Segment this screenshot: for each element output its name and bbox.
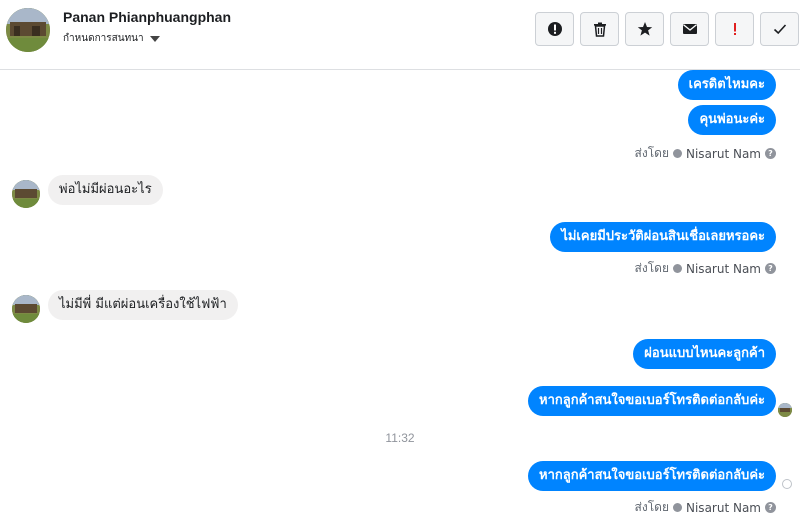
- report-icon: [547, 22, 562, 36]
- sent-by-label: ส่งโดย: [634, 261, 669, 275]
- message-bubble-outgoing[interactable]: ไม่เคยมีประวัติผ่อนสินเชื่อเลยหรอคะ: [550, 222, 776, 252]
- done-button[interactable]: [760, 12, 799, 46]
- contact-name[interactable]: Panan Phianphuangphan: [63, 9, 231, 25]
- delivered-check-icon: [782, 479, 792, 489]
- important-icon: [733, 23, 736, 35]
- sent-by-line: ส่งโดย Nisarut Nam ?: [635, 498, 776, 517]
- chevron-down-icon: [149, 35, 160, 42]
- message-bubble-incoming[interactable]: ไม่มีพี่ มีแต่ผ่อนเครื่องใช้ไฟฟ้า: [48, 290, 238, 320]
- message-bubble-outgoing[interactable]: หากลูกค้าสนใจขอเบอร์โทรติดต่อกลับค่ะ: [528, 386, 776, 416]
- check-icon: [773, 24, 786, 35]
- message-bubble-outgoing[interactable]: หากลูกค้าสนใจขอเบอร์โทรติดต่อกลับค่ะ: [528, 461, 776, 491]
- message-bubble-outgoing[interactable]: ผ่อนแบบไหนคะลูกค้า: [633, 339, 776, 369]
- help-icon[interactable]: ?: [765, 148, 776, 159]
- message-timestamp: 11:32: [385, 431, 415, 445]
- conversation-settings-dropdown[interactable]: กำหนดการสนทนา: [63, 31, 160, 46]
- star-button[interactable]: [625, 12, 664, 46]
- help-icon[interactable]: ?: [765, 502, 776, 513]
- conversation-header: Panan Phianphuangphan กำหนดการสนทนา: [0, 0, 800, 70]
- seen-avatar-icon: [778, 403, 792, 417]
- sender-status-icon: [673, 503, 682, 512]
- mark-unread-button[interactable]: [670, 12, 709, 46]
- sender-status-icon: [673, 264, 682, 273]
- report-button[interactable]: [535, 12, 574, 46]
- sent-by-line: ส่งโดย Nisarut Nam ?: [635, 259, 776, 278]
- sent-by-label: ส่งโดย: [634, 146, 669, 160]
- important-button[interactable]: [715, 12, 754, 46]
- star-icon: [637, 22, 652, 36]
- envelope-icon: [682, 24, 697, 34]
- delete-button[interactable]: [580, 12, 619, 46]
- contact-avatar-small[interactable]: [12, 295, 40, 323]
- message-bubble-outgoing[interactable]: คุนพ่อนะค่ะ: [688, 105, 776, 135]
- contact-avatar-small[interactable]: [12, 180, 40, 208]
- sent-by-label: ส่งโดย: [634, 500, 669, 514]
- contact-avatar[interactable]: [6, 8, 50, 52]
- help-icon[interactable]: ?: [765, 263, 776, 274]
- sender-name[interactable]: Nisarut Nam: [686, 262, 761, 276]
- sent-by-line: ส่งโดย Nisarut Nam ?: [635, 144, 776, 163]
- message-bubble-incoming[interactable]: พ่อไม่มีผ่อนอะไร: [48, 175, 163, 205]
- conversation-subtitle: กำหนดการสนทนา: [63, 33, 144, 44]
- sender-name[interactable]: Nisarut Nam: [686, 147, 761, 161]
- sender-name[interactable]: Nisarut Nam: [686, 501, 761, 515]
- message-bubble-outgoing[interactable]: เครดิตไหมคะ: [677, 70, 776, 100]
- trash-icon: [593, 22, 606, 37]
- conversation-toolbar: [535, 12, 799, 46]
- sender-status-icon: [673, 149, 682, 158]
